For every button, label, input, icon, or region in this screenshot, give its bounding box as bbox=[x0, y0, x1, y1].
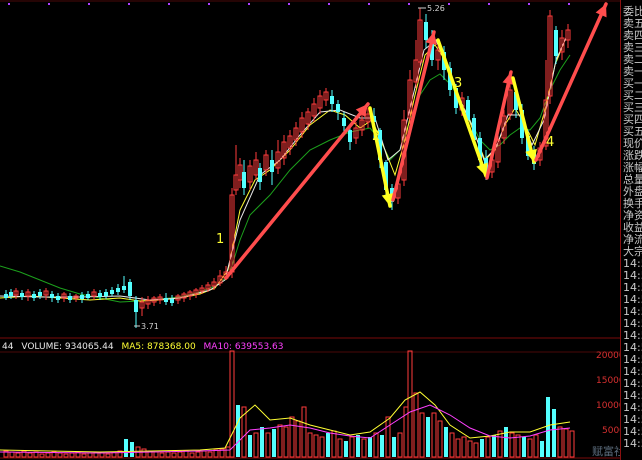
candle-body bbox=[134, 300, 138, 312]
volume-bar bbox=[546, 397, 550, 457]
top-marker bbox=[288, 3, 290, 5]
candle-body bbox=[554, 30, 558, 56]
volume-legend-prefix: 44 bbox=[2, 342, 14, 352]
top-marker bbox=[408, 3, 410, 5]
candle-body bbox=[242, 172, 246, 188]
volume-bar bbox=[480, 439, 484, 457]
quote-side-panel: 委比 卖五 卖四 卖三 卖二 卖一 买一 买二 买三 买四 买五 现价 涨跌 涨幅 总量 外盘 换手 净资 收益 净流… bbox=[620, 0, 642, 460]
candle-body bbox=[50, 294, 54, 298]
volume-legend: 44 VOLUME: 934065.44 MA5: 878368.00 MA10… bbox=[2, 341, 288, 353]
volume-bar bbox=[522, 437, 526, 457]
top-marker bbox=[488, 3, 490, 5]
wave-label-1: 1 bbox=[216, 232, 224, 247]
volume-legend-ma10: MA10: 639553.63 bbox=[203, 342, 284, 352]
top-marker bbox=[208, 3, 210, 5]
top-marker bbox=[568, 3, 570, 5]
volume-legend-volume: VOLUME: 934065.44 bbox=[21, 342, 114, 352]
high-price-label: 5.26 bbox=[427, 4, 445, 13]
volume-bar bbox=[356, 435, 360, 457]
volume-bar bbox=[504, 427, 508, 457]
candle-body bbox=[164, 298, 168, 302]
candle-body bbox=[98, 293, 102, 297]
volume-bar bbox=[444, 427, 448, 457]
top-marker bbox=[448, 3, 450, 5]
top-marker bbox=[328, 3, 330, 5]
volume-bar bbox=[380, 435, 384, 457]
volume-bar bbox=[392, 437, 396, 457]
low-price-label: 3.71 bbox=[141, 322, 159, 331]
volume-bar bbox=[260, 427, 264, 457]
volume-bar bbox=[130, 442, 134, 457]
volume-bar bbox=[540, 441, 544, 457]
candle-body bbox=[20, 293, 24, 297]
top-marker bbox=[48, 3, 50, 5]
candle-body bbox=[9, 292, 13, 296]
volume-legend-ma5: MA5: 878368.00 bbox=[121, 342, 196, 352]
wave-label-4: 4 bbox=[546, 135, 554, 150]
candle-body bbox=[170, 299, 174, 303]
volume-bar bbox=[492, 435, 496, 457]
top-marker bbox=[528, 3, 530, 5]
volume-bar bbox=[426, 417, 430, 457]
candle-body bbox=[128, 282, 132, 296]
candle-body bbox=[342, 118, 346, 126]
top-marker bbox=[168, 3, 170, 5]
top-marker bbox=[368, 3, 370, 5]
candle-body bbox=[122, 286, 126, 290]
volume-bar bbox=[368, 437, 372, 457]
volume-bar bbox=[124, 439, 128, 457]
top-marker bbox=[248, 3, 250, 5]
volume-bar bbox=[552, 409, 556, 457]
top-marker bbox=[8, 3, 10, 5]
volume-bar bbox=[236, 405, 240, 457]
candle-body bbox=[336, 104, 340, 112]
wave-label-2: 2 bbox=[372, 129, 380, 144]
candle-body bbox=[56, 296, 60, 300]
top-marker bbox=[88, 3, 90, 5]
volume-bar bbox=[326, 433, 330, 457]
candle-body bbox=[258, 168, 262, 182]
candle-body bbox=[330, 96, 334, 104]
candle-body bbox=[32, 294, 36, 298]
candle-body bbox=[4, 294, 8, 298]
candle-body bbox=[110, 290, 114, 294]
candle-body bbox=[348, 130, 352, 142]
volume-bar bbox=[344, 441, 348, 457]
side-panel-item: 14:59 bbox=[623, 437, 642, 450]
candle-body bbox=[424, 22, 428, 40]
stock-chart[interactable]: 1 2 3 4 5.26 3.71 bbox=[0, 0, 642, 460]
volume-bar bbox=[272, 429, 276, 457]
top-marker bbox=[128, 3, 130, 5]
candle-body bbox=[104, 292, 108, 296]
candle-body bbox=[116, 288, 120, 292]
candle-body bbox=[80, 295, 84, 299]
candle-body bbox=[68, 296, 72, 300]
wave-label-3: 3 bbox=[454, 76, 462, 91]
volume-bar bbox=[248, 435, 252, 457]
candle-body bbox=[38, 292, 42, 296]
candle-body bbox=[270, 160, 274, 172]
candle-body bbox=[86, 294, 90, 298]
